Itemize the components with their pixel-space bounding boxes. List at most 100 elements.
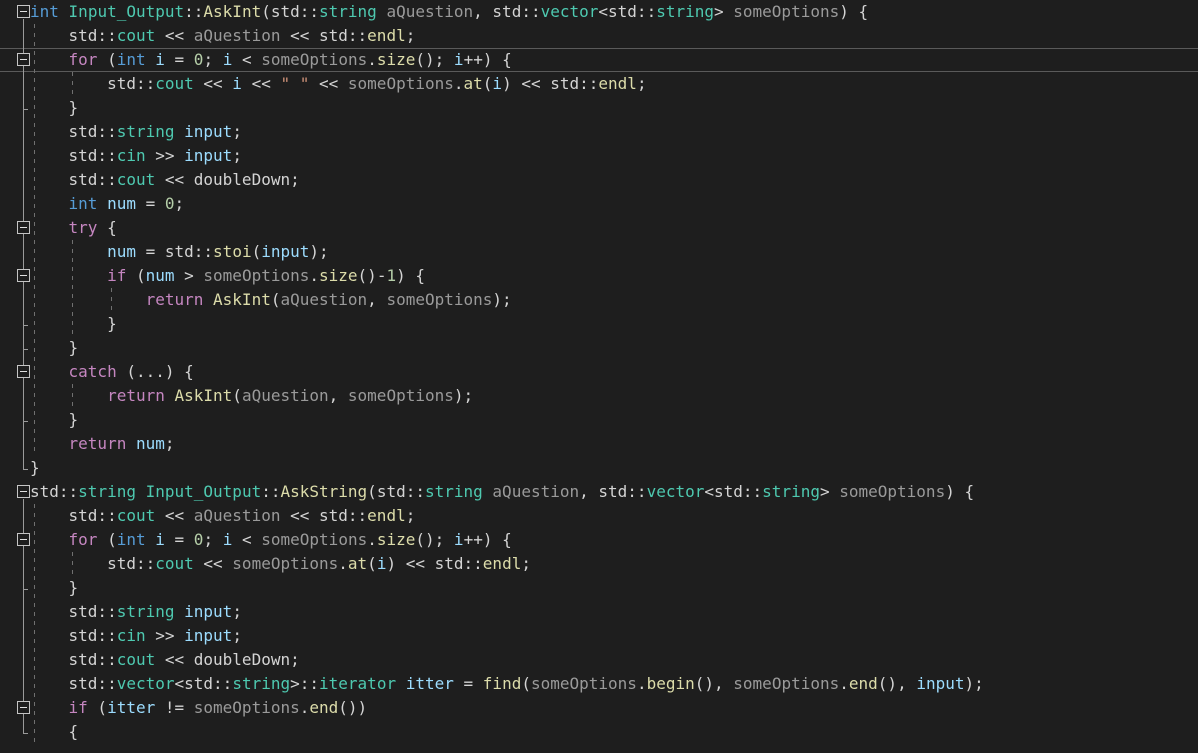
code-token: ( [521, 674, 531, 693]
code-line[interactable]: return num; [0, 432, 1198, 456]
code-token: vector [116, 674, 175, 693]
code-token: num [107, 194, 136, 213]
code-token: ); [309, 242, 329, 261]
code-token: , [367, 290, 387, 309]
code-line[interactable]: for (int i = 0; i < someOptions.size(); … [0, 48, 1198, 72]
code-token: cout [116, 506, 156, 525]
code-token: Input_Output [68, 2, 185, 21]
code-line[interactable]: } [0, 312, 1198, 336]
code-line[interactable]: return AskInt(aQuestion, someOptions); [0, 384, 1198, 408]
code-token: ( [126, 266, 146, 285]
code-line[interactable]: { [0, 720, 1198, 744]
code-line[interactable]: std::cout << doubleDown; [0, 648, 1198, 672]
code-line[interactable]: std::cout << doubleDown; [0, 168, 1198, 192]
code-token: (); [415, 50, 454, 69]
code-token: 1 [386, 266, 397, 285]
code-token: someOptions [261, 50, 368, 69]
code-editor[interactable]: int Input_Output::AskInt(std::string aQu… [0, 0, 1198, 753]
code-line[interactable]: return AskInt(aQuestion, someOptions); [0, 288, 1198, 312]
code-token: = [453, 674, 483, 693]
code-token: i [453, 530, 464, 549]
code-token: < [232, 530, 262, 549]
code-line[interactable]: } [0, 576, 1198, 600]
code-line[interactable]: int num = 0; [0, 192, 1198, 216]
code-token: begin [646, 674, 695, 693]
code-token: { [97, 218, 117, 237]
code-line[interactable]: std::cout << someOptions.at(i) << std::e… [0, 552, 1198, 576]
code-token: std:: [608, 2, 657, 21]
code-token: i [155, 530, 165, 549]
code-token: aQuestion [386, 2, 474, 21]
code-token: someOptions [530, 674, 637, 693]
code-token: std:: [550, 74, 599, 93]
code-token: ; [164, 434, 175, 453]
code-token: ( [261, 2, 271, 21]
code-token: ; [232, 146, 242, 165]
code-line[interactable]: std::cin >> input; [0, 624, 1198, 648]
code-line[interactable]: int Input_Output::AskInt(std::string aQu… [0, 0, 1198, 24]
code-line[interactable]: std::string input; [0, 120, 1198, 144]
code-line[interactable]: try { [0, 216, 1198, 240]
code-token: std:: [68, 146, 117, 165]
code-line[interactable]: } [0, 96, 1198, 120]
code-token: ) << [386, 554, 435, 573]
code-token: 0 [193, 530, 204, 549]
code-token: . [299, 698, 310, 717]
code-line[interactable]: if (itter != someOptions.end()) [0, 696, 1198, 720]
code-token: ; [203, 530, 223, 549]
code-token: itter [107, 698, 156, 717]
code-token: << [155, 170, 194, 189]
code-line[interactable]: std::vector<std::string>::iterator itter… [0, 672, 1198, 696]
code-token: catch [68, 362, 117, 381]
code-token: ; [290, 170, 300, 189]
code-token: input [261, 242, 310, 261]
code-line[interactable]: std::string input; [0, 600, 1198, 624]
code-token: int [68, 194, 98, 213]
code-token: ( [367, 482, 377, 501]
code-token: someOptions [347, 74, 454, 93]
code-token: ; [174, 194, 185, 213]
code-line[interactable]: std::cout << aQuestion << std::endl; [0, 24, 1198, 48]
code-token: cin [116, 626, 146, 645]
code-line[interactable]: num = std::stoi(input); [0, 240, 1198, 264]
code-line[interactable]: catch (...) { [0, 360, 1198, 384]
code-token: aQuestion [193, 506, 281, 525]
code-token: << [309, 74, 348, 93]
code-token: vector [646, 482, 705, 501]
code-line[interactable]: std::cin >> input; [0, 144, 1198, 168]
code-token: stoi [213, 242, 252, 261]
code-line[interactable]: std::cout << i << " " << someOptions.at(… [0, 72, 1198, 96]
code-token: i [492, 74, 503, 93]
code-token: cout [116, 26, 156, 45]
code-line[interactable]: } [0, 336, 1198, 360]
code-token: ( [482, 74, 493, 93]
code-token: someOptions [347, 386, 454, 405]
code-token: << [193, 554, 233, 573]
code-line[interactable]: } [0, 408, 1198, 432]
code-token: someOptions [733, 674, 840, 693]
code-line[interactable]: std::cout << aQuestion << std::endl; [0, 504, 1198, 528]
code-token: ; [290, 650, 300, 669]
code-token: aQuestion [193, 26, 281, 45]
code-token: find [482, 674, 522, 693]
code-line[interactable]: if (num > someOptions.size()-1) { [0, 264, 1198, 288]
code-line[interactable]: std::string Input_Output::AskString(std:… [0, 480, 1198, 504]
code-token: end [848, 674, 878, 693]
code-line[interactable]: } [0, 456, 1198, 480]
code-line[interactable]: for (int i = 0; i < someOptions.size(); … [0, 528, 1198, 552]
code-token: std:: [184, 674, 233, 693]
code-token: ; [405, 506, 416, 525]
code-token: input [184, 122, 233, 141]
code-token: std:: [107, 74, 156, 93]
code-token: std:: [107, 554, 156, 573]
code-token: ; [405, 26, 416, 45]
